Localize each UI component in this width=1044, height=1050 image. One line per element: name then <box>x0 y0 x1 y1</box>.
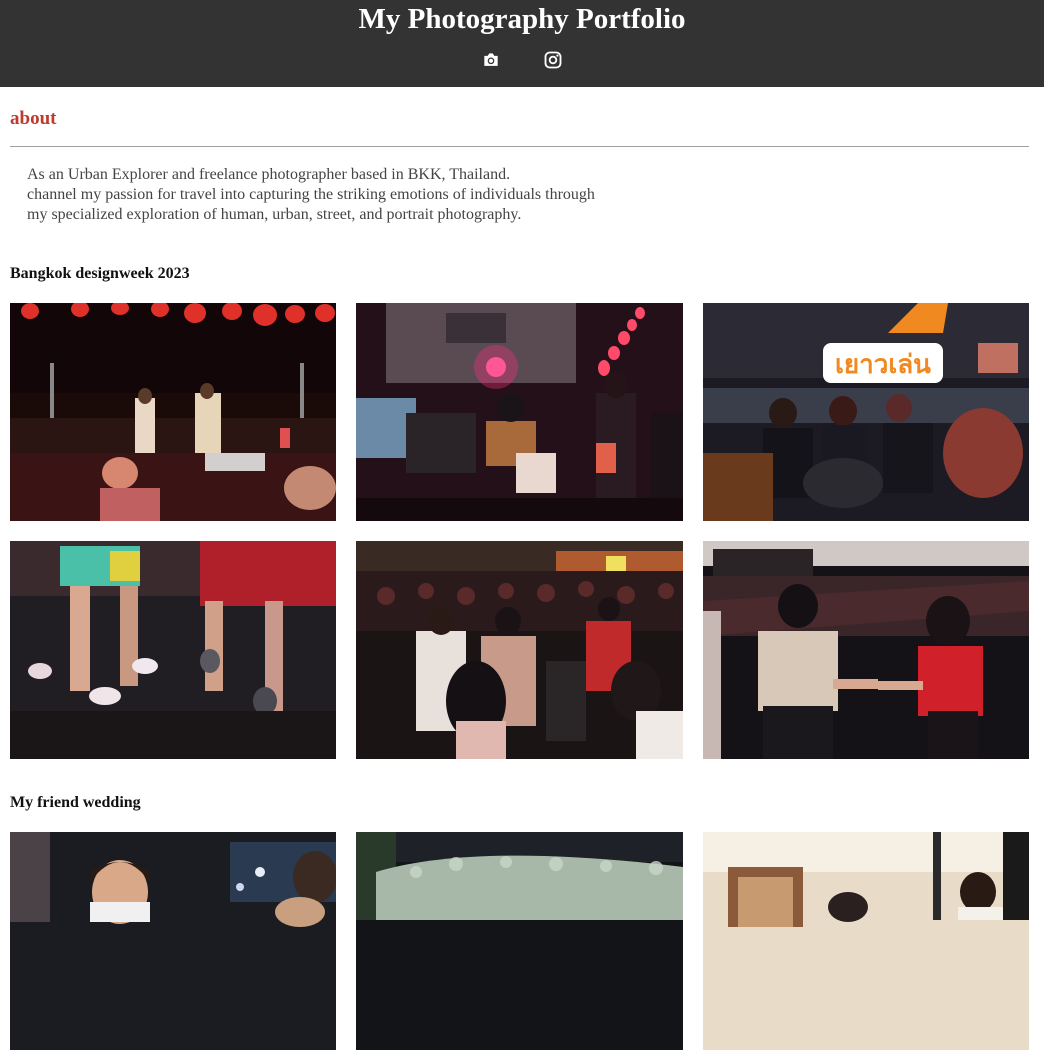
site-header: My Photography Portfolio <box>0 0 1044 87</box>
photo-smiling-woman[interactable] <box>10 832 336 1050</box>
about-text: As an Urban Explorer and freelance photo… <box>27 165 595 225</box>
site-title: My Photography Portfolio <box>358 3 686 35</box>
camera-icon[interactable] <box>481 50 501 70</box>
divider <box>10 146 1029 147</box>
sign-text: เยาวเล่น <box>835 350 931 380</box>
photo-guitarist-stage[interactable] <box>356 303 683 521</box>
gallery-title-bangkok: Bangkok designweek 2023 <box>10 265 190 282</box>
gallery-grid-wedding <box>10 832 1029 1050</box>
photo-concert-stage[interactable] <box>10 303 336 521</box>
about-line: As an Urban Explorer and freelance photo… <box>27 166 511 183</box>
photo-couple-dancing[interactable] <box>703 541 1029 759</box>
social-icons <box>481 50 563 70</box>
photo-dancing-feet[interactable] <box>10 541 336 759</box>
photo-orchestra-sign[interactable]: เยาวเล่น <box>703 303 1029 521</box>
photo-night-crowd[interactable] <box>356 541 683 759</box>
about-line: my specialized exploration of human, urb… <box>27 206 522 223</box>
instagram-icon[interactable] <box>543 50 563 70</box>
gallery-grid-bangkok: เยาวเล่น <box>10 303 1029 759</box>
about-line: channel my passion for travel into captu… <box>27 186 595 203</box>
photo-wedding-interior[interactable] <box>703 832 1029 1050</box>
gallery-title-wedding: My friend wedding <box>10 794 141 811</box>
about-heading: about <box>10 108 57 129</box>
photo-hedge-night[interactable] <box>356 832 683 1050</box>
